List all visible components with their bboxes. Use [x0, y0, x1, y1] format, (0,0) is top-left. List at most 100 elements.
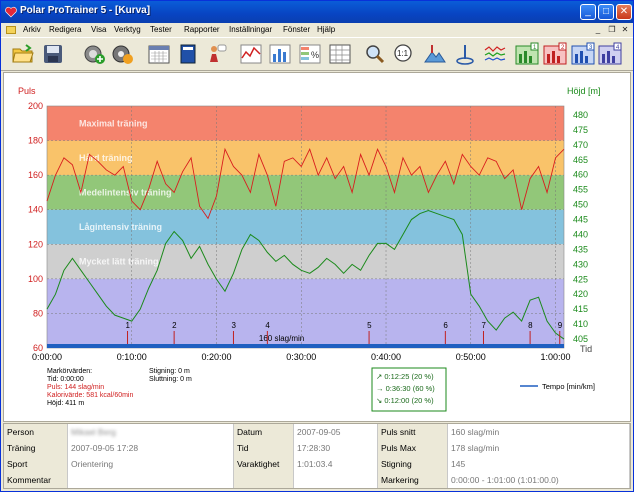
table-value[interactable]: Mikael Berg [68, 424, 234, 440]
marker-number: 8 [528, 321, 533, 330]
maximize-button[interactable]: □ [598, 4, 614, 20]
mdi-close-icon[interactable]: ✕ [620, 25, 630, 35]
zone-label: Mycket lätt träning [79, 257, 159, 267]
right-tick-label: 480 [573, 110, 588, 120]
menu-visa[interactable]: Visa [91, 25, 106, 34]
menu-bar: Arkiv Redigera Visa Verktyg Tester Rappo… [1, 23, 633, 37]
table-label: Träning [4, 440, 68, 456]
percent-zones-icon[interactable]: % [298, 42, 322, 66]
table-value[interactable]: 1:01:03.4 [294, 456, 378, 472]
left-axis-title: Puls [18, 86, 36, 96]
x-tick-label: 0:30:00 [286, 352, 316, 362]
zone-label: Hård träning [79, 153, 133, 163]
minimize-button[interactable]: _ [580, 4, 596, 20]
stat-line-2: Stigning: 0 m [149, 368, 190, 375]
x-tick-label: 0:50:00 [456, 352, 486, 362]
mdi-minimize-icon[interactable]: _ [593, 25, 603, 35]
svg-text:%: % [311, 50, 319, 60]
table-label [234, 472, 294, 488]
table-value[interactable]: 160 slag/min [448, 424, 630, 440]
calendar-icon[interactable] [147, 42, 171, 66]
curve-graph-icon[interactable] [239, 42, 263, 66]
time-split-line: ↗ 0:12:25 (20 %) [376, 372, 434, 381]
menu-hjalp[interactable]: Hjälp [317, 25, 335, 34]
stat-line: Markörvärden: [47, 368, 92, 375]
marker-icon[interactable] [453, 42, 477, 66]
altitude-icon[interactable] [423, 42, 447, 66]
document-icon[interactable] [6, 26, 16, 34]
menu-tester[interactable]: Tester [150, 25, 172, 34]
menu-arkiv[interactable]: Arkiv [23, 25, 41, 34]
marker-number: 2 [172, 321, 177, 330]
add-exercise-icon[interactable] [83, 42, 107, 66]
marker-number: 5 [367, 321, 372, 330]
table-value[interactable]: Orientering [68, 456, 234, 472]
app-window: Polar ProTrainer 5 - [Kurva] _ □ ✕ Arkiv… [0, 0, 634, 492]
stat-line-2: Sluttning: 0 m [149, 376, 192, 383]
left-tick-label: 160 [28, 170, 43, 180]
table-grid-icon[interactable] [328, 42, 352, 66]
multi-curve-icon[interactable] [483, 42, 507, 66]
right-tick-label: 435 [573, 244, 588, 254]
table-label: Person [4, 424, 68, 440]
marker-number: 3 [231, 321, 236, 330]
menu-redigera[interactable]: Redigera [49, 25, 81, 34]
table-label: Tid [234, 440, 294, 456]
zone-label: Lågintensiv träning [79, 222, 162, 232]
curve-chart-panel[interactable]: Maximal träning Hård träning Medelintensiv… [3, 72, 631, 422]
table-label: Stigning [378, 456, 448, 472]
table-value[interactable]: 2007-09-05 17:28 [68, 440, 234, 456]
right-tick-label: 470 [573, 140, 588, 150]
table-value[interactable]: 178 slag/min [448, 440, 630, 456]
save-disk-icon[interactable] [41, 42, 65, 66]
time-split-line: → 0:36:30 (60 %) [376, 384, 435, 393]
right-tick-label: 430 [573, 259, 588, 269]
settings-gear-icon[interactable] [111, 42, 135, 66]
table-label: Varaktighet [234, 456, 294, 472]
right-tick-label: 415 [573, 304, 588, 314]
right-axis-title: Höjd [m] [567, 86, 601, 96]
curve-chart[interactable]: Maximal träning Hård träning Medelintensiv… [4, 73, 630, 421]
open-folder-icon[interactable] [11, 42, 35, 66]
view-4-icon[interactable]: 4 [598, 42, 622, 66]
right-tick-label: 405 [573, 334, 588, 344]
table-value[interactable]: 0:00:00 - 1:01:00 (1:01:00.0) [448, 472, 630, 488]
view-1-icon[interactable]: 1 [515, 42, 539, 66]
table-label: Datum [234, 424, 294, 440]
heart-icon [5, 6, 17, 18]
menu-fonster[interactable]: Fönster [283, 25, 310, 34]
right-tick-label: 450 [573, 200, 588, 210]
toolbar: % 1:1 1 2 3 4 [1, 37, 633, 71]
magnify-icon[interactable] [363, 42, 387, 66]
session-info-table: Person Mikael Berg Datum 2007-09-05 Puls sni… [3, 423, 631, 489]
x-tick-label: 0:10:00 [117, 352, 147, 362]
menu-verktyg[interactable]: Verktyg [114, 25, 141, 34]
table-label: Puls snitt [378, 424, 448, 440]
marker-number: 7 [481, 321, 486, 330]
menu-rapporter[interactable]: Rapporter [184, 25, 220, 34]
marker-number: 1 [126, 321, 131, 330]
close-button[interactable]: ✕ [616, 4, 632, 20]
diary-book-icon[interactable] [176, 42, 200, 66]
person-fitness-test-icon[interactable] [204, 42, 228, 66]
left-tick-label: 100 [28, 274, 43, 284]
view-3-icon[interactable]: 3 [571, 42, 595, 66]
table-value[interactable] [68, 472, 234, 488]
marker-number: 9 [558, 321, 563, 330]
table-value[interactable]: 2007-09-05 [294, 424, 378, 440]
table-value[interactable]: 145 [448, 456, 630, 472]
menu-installningar[interactable]: Inställningar [229, 25, 272, 34]
bar-graph-icon[interactable] [268, 42, 292, 66]
legend-label: Tempo [min/km] [542, 382, 595, 391]
mdi-restore-icon[interactable]: ❐ [607, 25, 617, 35]
right-tick-label: 425 [573, 274, 588, 284]
table-value[interactable]: 17:28:30 [294, 440, 378, 456]
right-tick-label: 445 [573, 215, 588, 225]
view-2-icon[interactable]: 2 [543, 42, 567, 66]
table-value[interactable] [294, 472, 378, 488]
right-tick-label: 455 [573, 185, 588, 195]
svg-text:1:1: 1:1 [397, 49, 409, 58]
table-label: Kommentar [4, 472, 68, 488]
zoom-11-icon[interactable]: 1:1 [392, 42, 416, 66]
title-bar[interactable]: Polar ProTrainer 5 - [Kurva] _ □ ✕ [1, 1, 633, 23]
